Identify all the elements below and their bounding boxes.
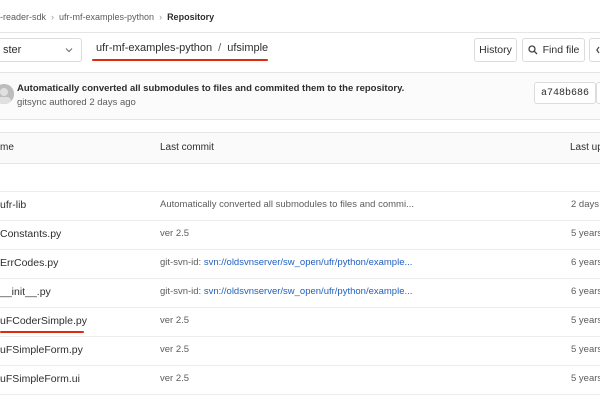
- commit-meta: gitsync authored 2 days ago: [17, 97, 136, 108]
- file-name[interactable]: ufr-lib: [0, 199, 26, 211]
- svn-link[interactable]: svn://oldsvnserver/sw_open/ufr/python/ex…: [204, 257, 413, 268]
- file-last-update: 6 years: [571, 286, 600, 297]
- table-row[interactable]: ErrCodes.py git-svn-id: svn://oldsvnserv…: [0, 249, 600, 279]
- file-table-header: [0, 132, 600, 164]
- history-button[interactable]: History: [474, 38, 517, 62]
- column-header-name: me: [0, 142, 14, 153]
- file-last-update: 5 years: [571, 315, 600, 326]
- file-name[interactable]: uFCoderSimple.py: [0, 315, 87, 327]
- find-file-button[interactable]: Find file: [522, 38, 585, 62]
- annotation-underline-path: [92, 59, 268, 61]
- chevron-right-icon: ›: [159, 12, 163, 22]
- file-last-commit[interactable]: git-svn-id: svn://oldsvnserver/sw_open/u…: [160, 286, 412, 297]
- file-name[interactable]: ErrCodes.py: [0, 257, 58, 269]
- column-header-last-commit: Last commit: [160, 142, 214, 153]
- branch-select-value: ster: [3, 44, 22, 56]
- file-last-commit[interactable]: ver 2.5: [160, 373, 189, 384]
- latest-commit-panel: [0, 72, 600, 120]
- file-last-update: 5 years: [571, 344, 600, 355]
- breadcrumb: -reader-sdk › ufr-mf-examples-python › R…: [0, 10, 214, 24]
- annotation-underline-file: [0, 331, 84, 333]
- file-last-update: 2 days: [571, 199, 599, 210]
- file-last-commit[interactable]: Automatically converted all submodules t…: [160, 199, 414, 210]
- commit-title[interactable]: Automatically converted all submodules t…: [17, 83, 404, 94]
- file-name[interactable]: __init__.py: [0, 286, 51, 298]
- table-row-parent[interactable]: [0, 162, 600, 192]
- breadcrumb-item-project[interactable]: ufr-mf-examples-python: [59, 12, 154, 22]
- file-last-commit[interactable]: git-svn-id: svn://oldsvnserver/sw_open/u…: [160, 257, 412, 268]
- file-name[interactable]: uFSimpleForm.py: [0, 344, 83, 356]
- repository-page: -reader-sdk › ufr-mf-examples-python › R…: [0, 0, 600, 400]
- column-header-last-update: Last up: [570, 142, 600, 153]
- history-button-label: History: [479, 44, 512, 56]
- chevron-right-icon: ›: [51, 12, 55, 22]
- branch-select[interactable]: ster: [0, 38, 82, 62]
- table-row[interactable]: Constants.py ver 2.5 5 years: [0, 220, 600, 250]
- commit-sha[interactable]: a748b686: [534, 82, 596, 104]
- copy-sha-button[interactable]: [596, 82, 600, 104]
- header-divider: [0, 32, 600, 33]
- path-segment-folder[interactable]: ufsimple: [227, 42, 268, 54]
- file-last-commit[interactable]: ver 2.5: [160, 315, 189, 326]
- file-last-commit[interactable]: ver 2.5: [160, 228, 189, 239]
- file-last-commit[interactable]: ver 2.5: [160, 344, 189, 355]
- table-row[interactable]: uFSimpleForm.ui ver 2.5 5 years: [0, 365, 600, 395]
- table-row[interactable]: ufr-lib Automatically converted all subm…: [0, 191, 600, 221]
- path-segment-project[interactable]: ufr-mf-examples-python: [96, 42, 212, 54]
- file-name[interactable]: uFSimpleForm.ui: [0, 373, 80, 385]
- file-last-update: 5 years: [571, 373, 600, 384]
- breadcrumb-item-sdk[interactable]: -reader-sdk: [0, 12, 46, 22]
- chevron-down-icon: [65, 48, 73, 53]
- web-ide-button[interactable]: [589, 38, 600, 62]
- table-row[interactable]: __init__.py git-svn-id: svn://oldsvnserv…: [0, 278, 600, 308]
- file-last-update: 5 years: [571, 228, 600, 239]
- path-separator: /: [218, 42, 222, 54]
- search-icon: [527, 45, 538, 55]
- repo-path: ufr-mf-examples-python / ufsimple: [96, 42, 268, 54]
- table-row[interactable]: uFCoderSimple.py ver 2.5 5 years: [0, 307, 600, 337]
- table-row[interactable]: uFSimpleForm.py ver 2.5 5 years: [0, 336, 600, 366]
- breadcrumb-item-repository[interactable]: Repository: [167, 12, 214, 22]
- code-icon: [596, 46, 600, 54]
- find-file-button-label: Find file: [542, 44, 580, 56]
- svn-link[interactable]: svn://oldsvnserver/sw_open/ufr/python/ex…: [204, 286, 413, 297]
- file-last-update: 6 years: [571, 257, 600, 268]
- file-name[interactable]: Constants.py: [0, 228, 61, 240]
